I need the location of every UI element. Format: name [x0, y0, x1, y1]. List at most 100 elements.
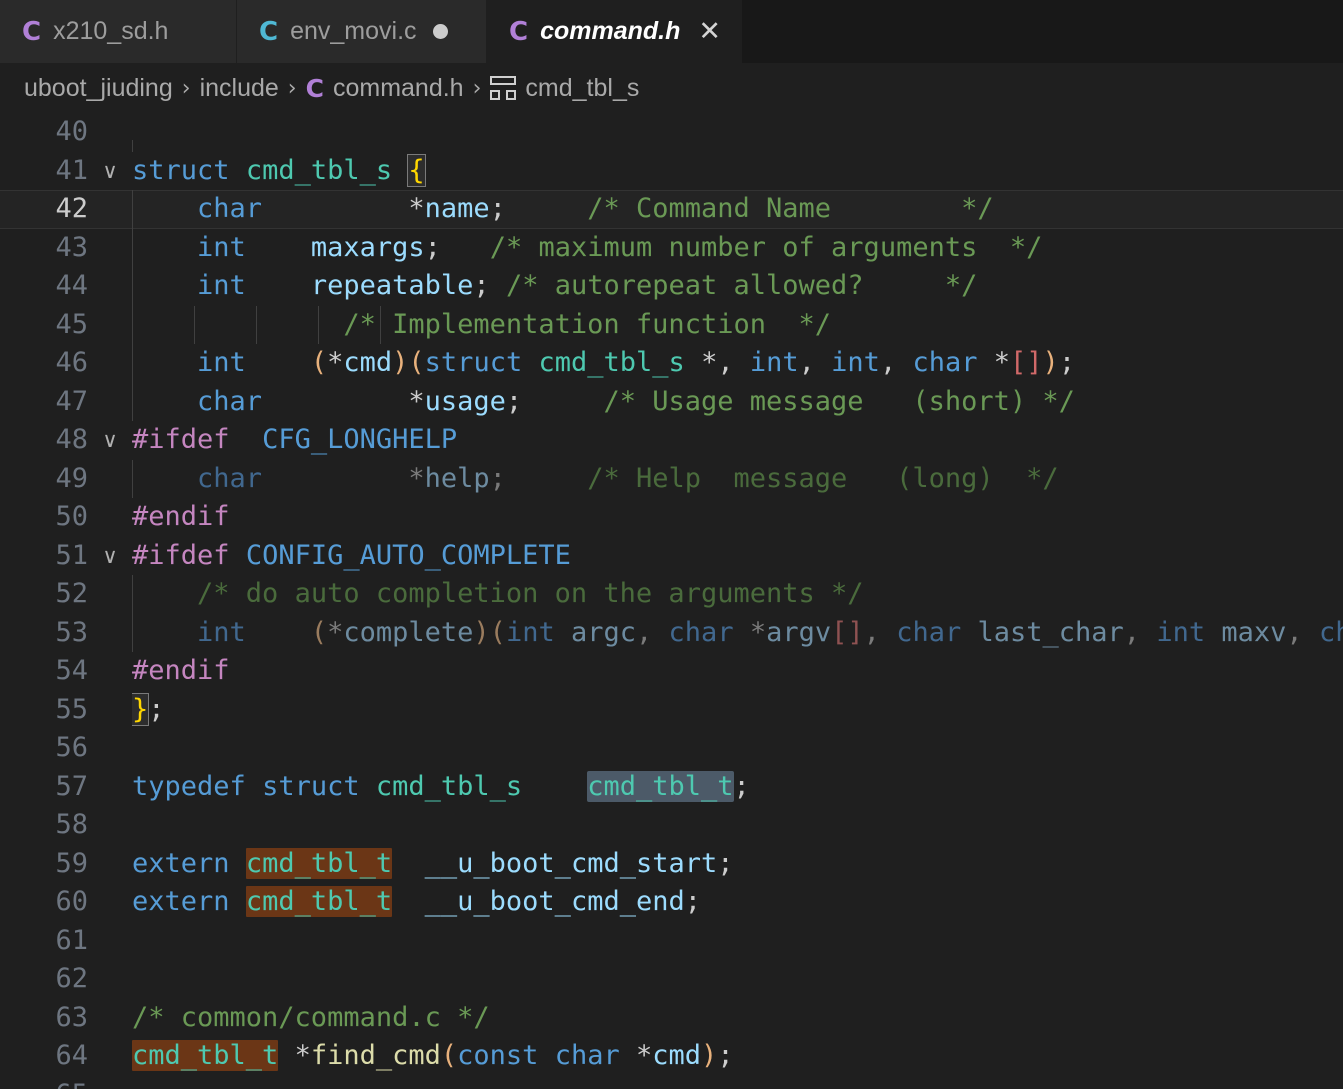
tab-label: x210_sd.h [53, 17, 169, 45]
line-number[interactable]: 59 [0, 845, 88, 884]
breadcrumb-label: uboot_jiuding [24, 73, 173, 102]
line-number[interactable]: 50 [0, 498, 88, 537]
chevron-right-icon: › [287, 75, 297, 101]
line-content: extern cmd_tbl_t __u_boot_cmd_end; [132, 886, 701, 917]
line-number[interactable]: 42 [0, 190, 88, 229]
code-line[interactable]: 45 /* Implementation function */ [0, 305, 1343, 345]
line-number[interactable]: 45 [0, 306, 88, 345]
line-number[interactable]: 61 [0, 922, 88, 961]
c-file-icon: C [305, 73, 324, 103]
breadcrumb-item-uboot_jiuding[interactable]: uboot_jiuding [24, 74, 173, 103]
c-file-icon: C [509, 16, 529, 47]
line-content: char *usage; /* Usage message (short) */ [132, 382, 1343, 421]
code-line[interactable]: 50 #endif [0, 498, 1343, 537]
unsaved-indicator-icon[interactable] [432, 24, 448, 39]
breadcrumb-item-cmd_tbl_s[interactable]: cmd_tbl_s [490, 74, 639, 103]
breadcrumb: uboot_jiuding › include › C command.h › … [0, 63, 1343, 113]
breadcrumb-label: include [199, 73, 279, 102]
code-line[interactable]: 47 char *usage; /* Usage message (short)… [0, 382, 1343, 422]
code-line[interactable]: 43 int maxargs; /* maximum number of arg… [0, 228, 1343, 268]
line-content: #endif [132, 655, 230, 686]
line-content: }; [132, 692, 165, 726]
code-line[interactable]: 40 [0, 113, 1343, 152]
code-line[interactable]: 46 int (*cmd)(struct cmd_tbl_s *, int, i… [0, 344, 1343, 383]
code-line[interactable]: 60 extern cmd_tbl_t __u_boot_cmd_end; [0, 883, 1343, 922]
breadcrumb-item-include[interactable]: include [200, 74, 279, 103]
chevron-right-icon: › [181, 75, 191, 101]
code-line[interactable]: 63 /* common/command.c */ [0, 999, 1343, 1038]
fold-arrow-icon[interactable]: ∨ [88, 152, 132, 191]
line-number[interactable]: 65 [0, 1076, 88, 1089]
line-content: #endif [132, 501, 230, 532]
code-line[interactable]: 48 ∨ #ifdef CFG_LONGHELP [0, 421, 1343, 460]
line-content: /* do auto completion on the arguments *… [132, 575, 1343, 614]
line-number[interactable]: 62 [0, 960, 88, 999]
line-content: char *help; /* Help message (long) */ [132, 459, 1343, 498]
line-content: #ifdef CONFIG_AUTO_COMPLETE [132, 539, 571, 571]
tab-command-h[interactable]: C command.h ✕ [487, 0, 742, 63]
line-number[interactable]: 47 [0, 383, 88, 422]
code-line[interactable]: 55 }; [0, 691, 1343, 730]
c-file-icon: C [22, 16, 42, 47]
line-number[interactable]: 57 [0, 768, 88, 807]
code-line[interactable]: 52 /* do auto completion on the argument… [0, 575, 1343, 614]
line-number[interactable]: 48 [0, 421, 88, 460]
breadcrumb-item-command-h[interactable]: C command.h [306, 74, 464, 103]
code-line[interactable]: 57 typedef struct cmd_tbl_s cmd_tbl_t; [0, 768, 1343, 807]
code-line[interactable]: 64 cmd_tbl_t *find_cmd(const char *cmd); [0, 1037, 1343, 1076]
tab-bar-empty-area [742, 0, 1343, 63]
line-content: typedef struct cmd_tbl_s cmd_tbl_t; [132, 770, 750, 802]
line-number[interactable]: 40 [0, 113, 88, 152]
line-number[interactable]: 51 [0, 537, 88, 576]
tab-x210_sd-h[interactable]: C x210_sd.h [0, 0, 237, 63]
line-content: extern cmd_tbl_t __u_boot_cmd_start; [132, 847, 734, 879]
line-number[interactable]: 64 [0, 1037, 88, 1076]
tab-env_movi-c[interactable]: C env_movi.c [237, 0, 487, 63]
c-file-icon: C [259, 16, 279, 47]
chevron-right-icon: › [472, 75, 482, 101]
line-content: int maxargs; /* maximum number of argume… [132, 228, 1343, 267]
line-content: /* Implementation function */ [132, 305, 1343, 344]
code-line[interactable]: 65 [0, 1076, 1343, 1089]
code-line[interactable]: 56 [0, 729, 1343, 768]
line-number[interactable]: 60 [0, 883, 88, 922]
line-content: cmd_tbl_t *find_cmd(const char *cmd); [132, 1040, 734, 1071]
line-content: #ifdef CFG_LONGHELP [132, 424, 458, 455]
line-number[interactable]: 55 [0, 691, 88, 730]
line-number[interactable]: 56 [0, 729, 88, 768]
line-content: struct cmd_tbl_s { [132, 153, 426, 187]
code-line[interactable]: 61 [0, 922, 1343, 961]
line-number[interactable]: 54 [0, 652, 88, 691]
code-line[interactable]: 51 ∨ #ifdef CONFIG_AUTO_COMPLETE [0, 537, 1343, 576]
code-line[interactable]: 59 extern cmd_tbl_t __u_boot_cmd_start; [0, 845, 1343, 884]
line-number[interactable]: 52 [0, 575, 88, 614]
code-editor[interactable]: 40 41 ∨ struct cmd_tbl_s { 42 char *name… [0, 113, 1343, 1089]
code-line[interactable]: 58 [0, 806, 1343, 845]
line-number[interactable]: 41 [0, 152, 88, 191]
code-line[interactable]: 41 ∨ struct cmd_tbl_s { [0, 152, 1343, 191]
line-number[interactable]: 44 [0, 267, 88, 306]
fold-arrow-icon[interactable]: ∨ [88, 421, 132, 460]
breadcrumb-label: command.h [332, 73, 464, 102]
line-number[interactable]: 46 [0, 344, 88, 383]
code-line[interactable]: 44 int repeatable; /* autorepeat allowed… [0, 267, 1343, 306]
line-number[interactable]: 63 [0, 999, 88, 1038]
code-line[interactable]: 53 int (*complete)(int argc, char *argv[… [0, 613, 1343, 653]
line-content: int repeatable; /* autorepeat allowed? *… [132, 267, 1343, 306]
code-line[interactable]: 54 #endif [0, 652, 1343, 691]
code-line[interactable]: 62 [0, 960, 1343, 999]
editor-tab-bar: C x210_sd.h C env_movi.c C command.h ✕ [0, 0, 1343, 63]
line-number[interactable]: 49 [0, 460, 88, 499]
line-content: int (*complete)(int argc, char *argv[], … [132, 613, 1343, 652]
tab-label: command.h [540, 17, 681, 45]
line-number[interactable]: 53 [0, 614, 88, 653]
fold-arrow-icon[interactable]: ∨ [88, 537, 132, 576]
symbol-struct-icon [490, 76, 517, 100]
code-line[interactable]: 42 char *name; /* Command Name */ [0, 190, 1343, 229]
line-content: int (*cmd)(struct cmd_tbl_s *, int, int,… [132, 344, 1343, 383]
line-number[interactable]: 43 [0, 229, 88, 268]
close-icon[interactable]: ✕ [698, 18, 721, 45]
line-content: /* common/command.c */ [132, 1001, 490, 1033]
line-number[interactable]: 58 [0, 806, 88, 845]
code-line[interactable]: 49 char *help; /* Help message (long) */ [0, 459, 1343, 499]
